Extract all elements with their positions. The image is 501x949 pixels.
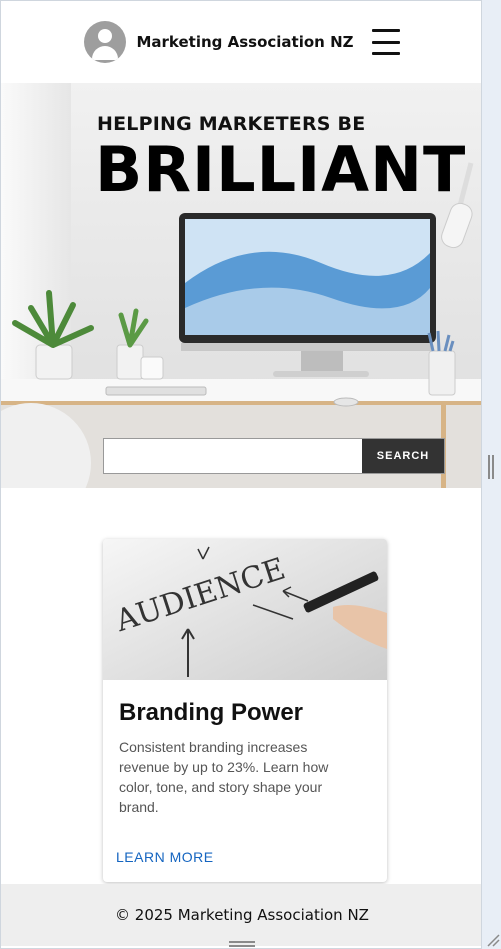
article-card: AUDIENCE Branding Power Consistent brand… bbox=[103, 539, 387, 882]
resize-grip-icon[interactable] bbox=[484, 931, 500, 947]
hamburger-menu-icon[interactable] bbox=[371, 29, 400, 55]
search-input[interactable] bbox=[104, 439, 362, 473]
site-header: Marketing Association NZ bbox=[1, 1, 481, 83]
side-resize-handle-icon[interactable] bbox=[488, 455, 494, 479]
hero-title: BRILLIANT bbox=[95, 133, 467, 206]
site-footer: © 2025 Marketing Association NZ bbox=[1, 884, 481, 946]
footer-copyright: © 2025 Marketing Association NZ bbox=[115, 906, 369, 924]
bottom-resize-handle-icon[interactable] bbox=[229, 941, 255, 947]
hero-subtitle: HELPING MARKETERS BE bbox=[97, 113, 366, 135]
brand-name[interactable]: Marketing Association NZ bbox=[136, 33, 353, 51]
hero-banner: HELPING MARKETERS BE BRILLIANT SEARCH bbox=[1, 83, 481, 488]
page: Marketing Association NZ HELPING MARKETE… bbox=[0, 0, 482, 949]
card-description: Consistent branding increases revenue by… bbox=[119, 739, 329, 815]
learn-more-link[interactable]: LEARN MORE bbox=[116, 849, 214, 865]
search-button[interactable]: SEARCH bbox=[362, 439, 444, 473]
card-title: Branding Power bbox=[119, 699, 304, 726]
search-bar: SEARCH bbox=[103, 438, 445, 474]
user-avatar-icon[interactable] bbox=[84, 21, 127, 63]
card-image: AUDIENCE bbox=[103, 539, 387, 680]
